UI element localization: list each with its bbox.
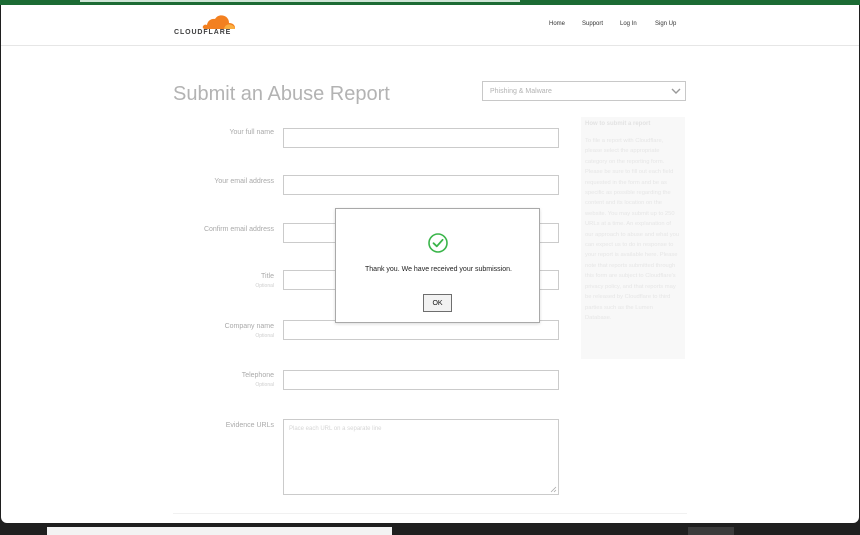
category-select-value: Phishing & Malware xyxy=(490,88,552,95)
taskbar-button[interactable] xyxy=(688,527,734,535)
evidence-urls-textarea[interactable]: Place each URL on a separate line xyxy=(283,419,559,495)
resize-grip-icon[interactable] xyxy=(550,486,557,493)
footer-divider xyxy=(173,513,687,514)
check-circle-icon xyxy=(428,233,448,253)
nav-support-link[interactable]: Support xyxy=(582,21,603,27)
nav-signup-link[interactable]: Sign Up xyxy=(655,21,676,27)
telephone-label: Telephone xyxy=(241,372,274,379)
company-optional-note: Optional xyxy=(255,333,274,339)
taskbar xyxy=(0,523,860,535)
company-label: Company name xyxy=(224,323,274,330)
nav-home-link[interactable]: Home xyxy=(549,21,565,27)
help-panel: How to submit a report To file a report … xyxy=(581,117,685,359)
confirmation-message: Thank you. We have received your submiss… xyxy=(365,266,512,273)
cloudflare-logo[interactable]: CLOUDFLARE xyxy=(174,13,238,39)
cloud-icon xyxy=(202,15,235,29)
page-viewport: CLOUDFLARE Home Support Log In Sign Up S… xyxy=(1,5,859,523)
telephone-optional-note: Optional xyxy=(255,382,274,388)
category-select[interactable]: Phishing & Malware xyxy=(482,81,686,101)
nav-login-link[interactable]: Log In xyxy=(620,21,637,27)
evidence-urls-placeholder: Place each URL on a separate line xyxy=(289,426,382,432)
page-title: Submit an Abuse Report xyxy=(173,83,390,105)
help-body: To file a report with Cloudflare, please… xyxy=(585,138,680,321)
evidence-urls-label: Evidence URLs xyxy=(225,422,274,429)
site-header: CLOUDFLARE Home Support Log In Sign Up xyxy=(1,5,859,46)
full-name-label: Your full name xyxy=(229,129,275,136)
help-title: How to submit a report xyxy=(585,121,651,127)
email-input[interactable] xyxy=(283,175,559,195)
chevron-down-icon xyxy=(671,88,681,94)
logo-wordmark: CLOUDFLARE xyxy=(174,29,232,36)
telephone-input[interactable] xyxy=(283,370,559,390)
taskbar-field[interactable] xyxy=(47,527,392,535)
email-label: Your email address xyxy=(214,178,274,185)
title-optional-note: Optional xyxy=(255,283,274,289)
confirm-email-label: Confirm email address xyxy=(203,226,274,233)
ok-button[interactable]: OK xyxy=(423,294,452,312)
full-name-input[interactable] xyxy=(283,128,559,148)
browser-tab[interactable] xyxy=(80,0,520,2)
company-input[interactable] xyxy=(283,320,559,340)
title-label: Title xyxy=(261,273,274,280)
confirmation-dialog: Thank you. We have received your submiss… xyxy=(335,208,540,323)
